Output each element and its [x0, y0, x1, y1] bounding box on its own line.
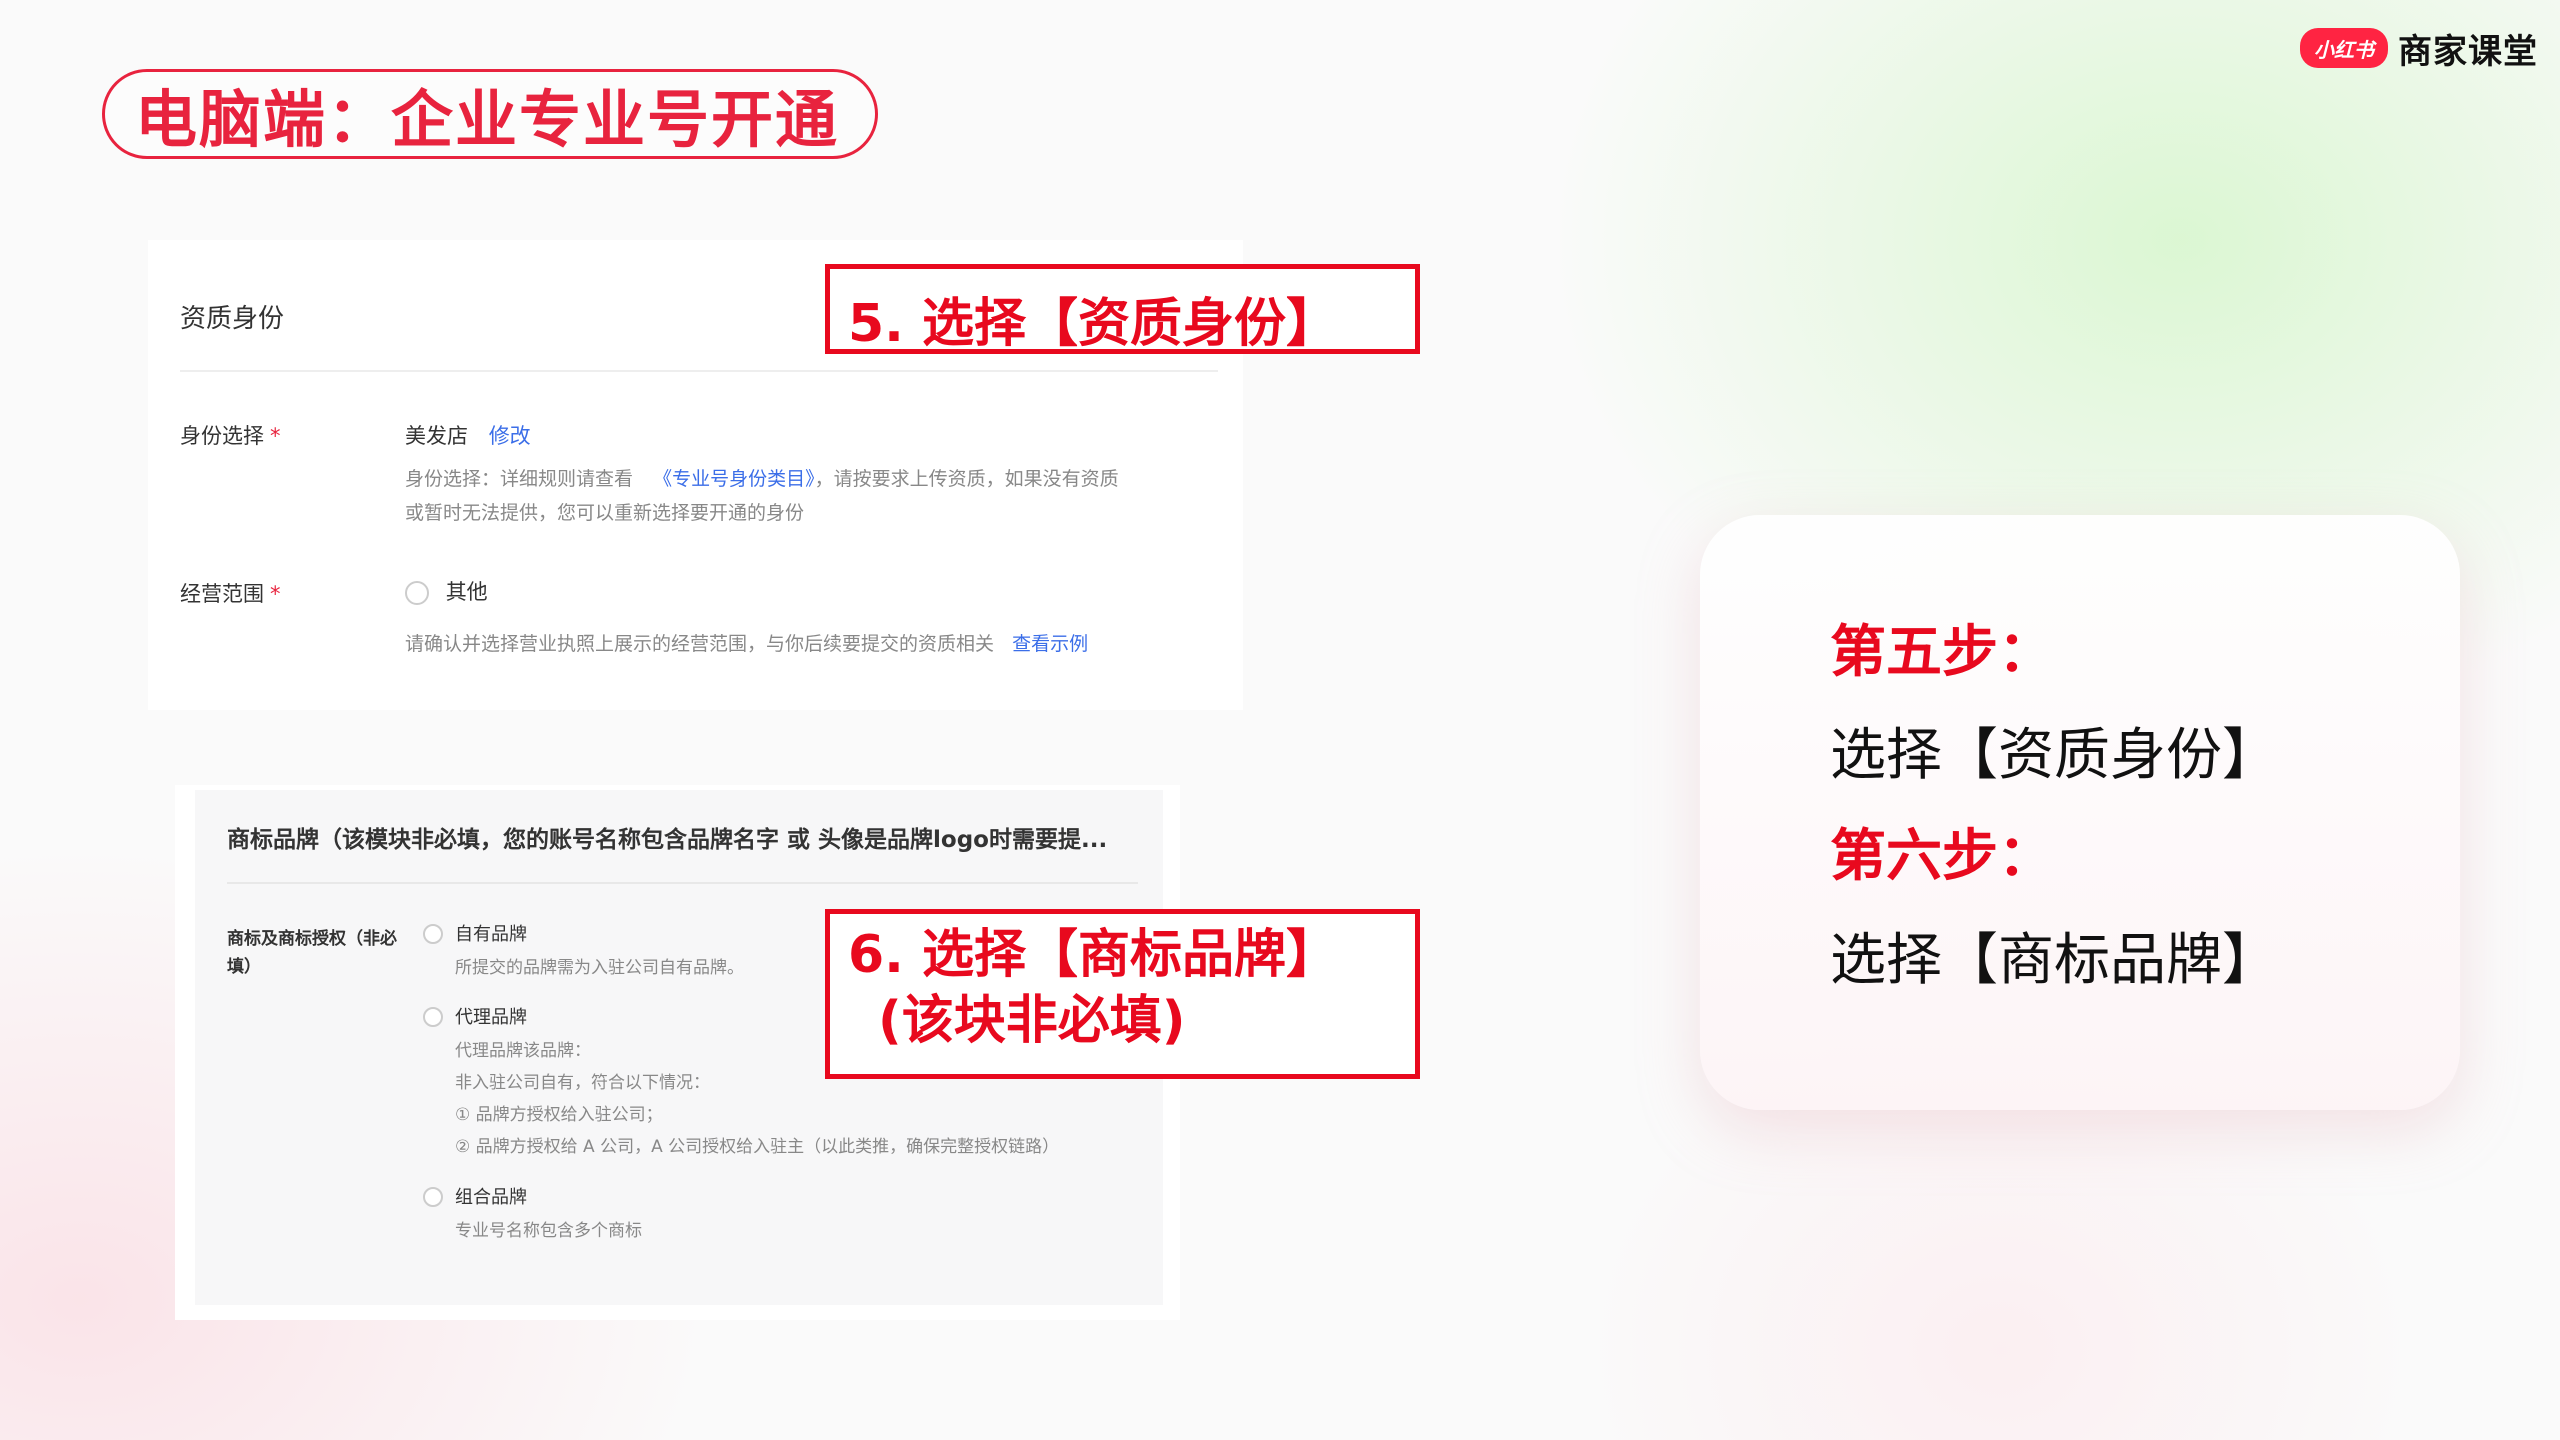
annotation-step6-line1: 6. 选择【商标品牌】: [848, 925, 1339, 985]
page-title: 电脑端：企业专业号开通: [102, 69, 878, 159]
identity-hint-line2: 或暂时无法提供，您可以重新选择要开通的身份: [405, 502, 805, 524]
scope-hint-text: 请确认并选择营业执照上展示的经营范围，与你后续要提交的资质相关: [405, 633, 995, 655]
own-brand-radio[interactable]: [423, 924, 443, 944]
trademark-label-line2: 填）: [227, 957, 261, 977]
identity-value-row: 美发店 修改: [405, 420, 531, 450]
option-name: 组合品牌: [455, 1187, 527, 1208]
identity-value: 美发店: [405, 424, 468, 448]
annotation-step6: 6. 选择【商标品牌】 (该块非必填): [825, 909, 1420, 1079]
identity-label-text: 身份选择: [180, 424, 264, 448]
scope-label: 经营范围 *: [180, 578, 281, 608]
scope-label-text: 经营范围: [180, 582, 264, 606]
identity-hint-suffix: ，请按要求上传资质，如果没有资质: [814, 468, 1119, 490]
option-desc: 所提交的品牌需为入驻公司自有品牌。: [455, 952, 744, 984]
step6-title: 第六步：: [1830, 824, 2054, 889]
annotation-step5: 5. 选择【资质身份】: [825, 264, 1420, 354]
identity-category-link[interactable]: 《专业号身份类目》: [653, 468, 815, 490]
identity-hint: 身份选择：详细规则请查看 《专业号身份类目》，请按要求上传资质，如果没有资质 或…: [405, 462, 1119, 530]
steps-summary-card: 第五步： 选择【资质身份】 第六步： 选择【商标品牌】: [1700, 515, 2460, 1110]
annotation-step6-line2: (该块非必填): [878, 991, 1186, 1051]
scope-hint: 请确认并选择营业执照上展示的经营范围，与你后续要提交的资质相关 查看示例: [405, 627, 1088, 661]
step5-title: 第五步：: [1830, 620, 2054, 685]
logo-badge: 小红书: [2300, 28, 2388, 68]
identity-hint-prefix: 身份选择：详细规则请查看: [405, 468, 634, 490]
option-desc-line: ① 品牌方授权给入驻公司；: [455, 1105, 663, 1125]
option-desc: 专业号名称包含多个商标: [455, 1215, 642, 1247]
option-desc-line: 所提交的品牌需为入驻公司自有品牌。: [455, 958, 744, 978]
step6-action: 选择【商标品牌】: [1830, 928, 2278, 993]
logo-text: 商家课堂: [2398, 31, 2538, 72]
trademark-label: 商标及商标授权（非必 填）: [227, 925, 427, 981]
scope-option-label: 其他: [445, 580, 488, 604]
agent-brand-radio[interactable]: [423, 1007, 443, 1027]
divider: [180, 370, 1218, 372]
option-desc-line: 代理品牌该品牌：: [455, 1041, 591, 1061]
option-desc-line: ② 品牌方授权给 A 公司，A 公司授权给入驻主（以此类推，确保完整授权链路）: [455, 1137, 1060, 1157]
required-mark: *: [270, 424, 281, 448]
section-title-qualification: 资质身份: [180, 304, 285, 334]
identity-label: 身份选择 *: [180, 420, 281, 450]
scope-radio[interactable]: [405, 581, 429, 605]
brand-logo: 小红书 商家课堂: [2300, 26, 2538, 72]
trademark-label-line1: 商标及商标授权（非必: [227, 929, 397, 949]
option-name: 自有品牌: [455, 924, 527, 945]
step5-action: 选择【资质身份】: [1830, 723, 2278, 788]
view-example-link[interactable]: 查看示例: [1012, 633, 1088, 655]
required-mark: *: [270, 582, 281, 606]
option-desc-line: 非入驻公司自有，符合以下情况：: [455, 1073, 710, 1093]
edit-identity-link[interactable]: 修改: [489, 424, 531, 448]
combined-brand-radio[interactable]: [423, 1187, 443, 1207]
section-title-trademark: 商标品牌（该模块非必填，您的账号名称包含品牌名字 或 头像是品牌logo时需要提…: [227, 827, 1108, 853]
option-desc-line: 专业号名称包含多个商标: [455, 1221, 642, 1241]
option-name: 代理品牌: [455, 1007, 527, 1028]
scope-option[interactable]: 其他: [405, 576, 488, 606]
divider: [227, 882, 1138, 884]
